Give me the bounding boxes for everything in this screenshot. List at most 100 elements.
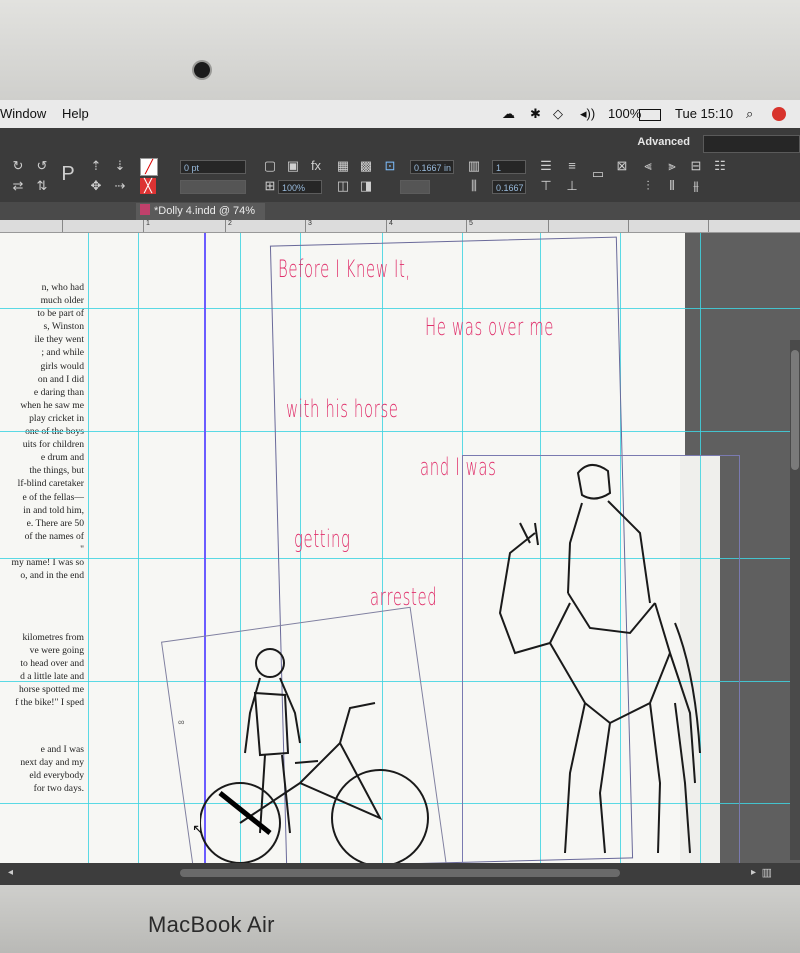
stroke-type-dropdown[interactable] xyxy=(180,180,246,194)
panel-menu-icon[interactable]: ☷ xyxy=(712,158,728,174)
align-center-icon[interactable]: ≡ xyxy=(564,158,580,174)
policeman-horse-illustration[interactable] xyxy=(490,453,720,863)
flip-horizontal-icon[interactable]: ⇄ xyxy=(10,178,26,194)
column-guide[interactable] xyxy=(138,233,139,863)
pasteboard[interactable]: n, who had much older to be part of s, W… xyxy=(0,233,800,885)
align-bottom-icon[interactable]: ⊥ xyxy=(564,178,580,194)
effects-icon[interactable]: fx xyxy=(308,158,324,174)
poem-line-3[interactable]: with his horse xyxy=(286,395,399,423)
scroll-right-icon[interactable]: ▸ xyxy=(751,867,756,878)
text-line: " xyxy=(80,543,84,555)
fill-frame-icon[interactable]: ◨ xyxy=(358,178,374,194)
flip-vertical-icon[interactable]: ⇅ xyxy=(34,178,50,194)
text-line: girls would xyxy=(40,360,84,372)
page-left[interactable]: n, who had much older to be part of s, W… xyxy=(0,233,205,863)
battery-percent: 100% xyxy=(608,106,642,121)
horizontal-ruler[interactable]: 1 2 3 4 5 xyxy=(0,220,800,233)
vertical-justify-icon[interactable]: ⫸ xyxy=(664,158,680,174)
align-h-icon[interactable]: ⫴ xyxy=(664,178,680,194)
wifi-icon[interactable]: ◇ xyxy=(553,106,563,122)
fit-content-icon[interactable]: ▦ xyxy=(335,158,351,174)
volume-icon[interactable]: ◂)) xyxy=(580,106,595,122)
paragraph-icon[interactable]: P xyxy=(58,164,78,184)
align-left-icon[interactable]: ☰ xyxy=(538,158,554,174)
rotate-icon[interactable]: ↻ xyxy=(10,158,26,174)
gutter-field[interactable]: 0.1667 xyxy=(492,180,526,194)
distribute-icon[interactable]: ▭ xyxy=(590,166,606,182)
span-columns-icon[interactable]: ⫷ xyxy=(640,158,656,174)
offset-field[interactable]: 0.1667 in xyxy=(410,160,454,174)
text-wrap-icon[interactable]: ⊡ xyxy=(382,158,398,174)
scale-field[interactable]: 100% xyxy=(278,180,322,194)
ruler-label: 5 xyxy=(469,220,473,227)
ruler-tick xyxy=(708,220,709,232)
boy-bicycle-illustration[interactable] xyxy=(200,633,440,863)
auto-fit-icon[interactable]: ⊠ xyxy=(614,158,630,174)
document-tab[interactable]: *Dolly 4.indd @ 74% xyxy=(136,203,266,220)
select-next-icon[interactable]: ⇢ xyxy=(112,178,128,194)
column-guide[interactable] xyxy=(88,233,89,863)
bezel-top xyxy=(0,0,800,100)
text-line: on and I did xyxy=(37,373,84,385)
workspace-switcher[interactable]: Advanced xyxy=(637,136,690,148)
text-line: in and told him, xyxy=(23,504,84,516)
clock[interactable]: Tue 15:10 xyxy=(675,106,733,121)
columns-icon[interactable]: ▥ xyxy=(466,158,482,174)
gutter-icon[interactable]: ⫼ xyxy=(466,178,482,194)
spotlight-search-icon[interactable]: ⌕ xyxy=(746,106,753,122)
select-container-icon[interactable]: ⇡ xyxy=(88,158,104,174)
bluetooth-icon[interactable]: ✱ xyxy=(530,106,541,122)
horizontal-scrollbar[interactable]: ◂ ▸ ▥ xyxy=(0,863,800,885)
siri-icon[interactable] xyxy=(772,107,786,121)
help-search-input[interactable] xyxy=(703,135,800,153)
device-brand-label: MacBook Air xyxy=(148,912,275,937)
battery-icon[interactable] xyxy=(639,109,661,121)
select-previous-icon[interactable]: ✥ xyxy=(88,178,104,194)
fit-frame-icon[interactable]: ▩ xyxy=(358,158,374,174)
split-view-icon[interactable]: ▥ xyxy=(762,866,772,879)
stroke-weight-field[interactable]: 0 pt xyxy=(180,160,246,174)
poem-line-2[interactable]: He was over me xyxy=(425,313,554,341)
text-line: when he saw me xyxy=(20,399,84,411)
fill-swatch-icon[interactable]: ╱ xyxy=(140,158,158,176)
stroke-swatch-icon[interactable]: ╳ xyxy=(140,178,156,194)
text-line: e and I was xyxy=(40,744,84,755)
text-line: eld everybody xyxy=(29,770,84,782)
text-line: e daring than xyxy=(33,386,84,398)
ruler-tick xyxy=(305,220,306,232)
poem-line-1[interactable]: Before I Knew It, xyxy=(278,255,411,283)
align-distribute-icon[interactable]: ⫶ xyxy=(640,178,656,194)
corner-options-dropdown[interactable] xyxy=(400,180,430,194)
vertical-scroll-thumb[interactable] xyxy=(791,350,799,470)
vertical-scrollbar[interactable] xyxy=(790,340,800,860)
ruler-label: 4 xyxy=(389,220,393,227)
grid-icon[interactable]: ⊞ xyxy=(262,178,278,194)
poem-line-6[interactable]: arrested xyxy=(370,583,437,611)
poem-line-5[interactable]: getting xyxy=(294,525,351,553)
body-text-frame[interactable]: kilometres from ve were going to head ov… xyxy=(0,631,84,710)
align-top-icon[interactable]: ⊤ xyxy=(538,178,554,194)
frame-center-icon[interactable]: ▣ xyxy=(285,158,301,174)
horizontal-scroll-thumb[interactable] xyxy=(180,869,620,877)
creative-cloud-icon[interactable]: ☁ xyxy=(502,106,515,122)
poem-line-4[interactable]: and I was xyxy=(420,453,496,481)
text-frame-options-icon[interactable]: ⊟ xyxy=(688,158,704,174)
text-line: ; and while xyxy=(41,347,84,359)
ruler-tick xyxy=(62,220,63,232)
document-tab-bar: *Dolly 4.indd @ 74% xyxy=(0,202,800,220)
align-v-icon[interactable]: ⫵ xyxy=(688,178,704,194)
webcam xyxy=(194,62,210,78)
select-content-icon[interactable]: ⇣ xyxy=(112,158,128,174)
scroll-left-icon[interactable]: ◂ xyxy=(8,867,13,878)
menu-window[interactable]: Window xyxy=(0,106,46,121)
body-text-frame[interactable]: e and I was next day and my eld everybod… xyxy=(0,743,84,795)
indesign-control-panel: ↻ ↺ ⇄ ⇅ P ⇡ ⇣ ✥ ⇢ ╱ ╳ 0 pt ▢ ▣ fx ⊞ 100%… xyxy=(0,128,800,203)
text-line: for two days. xyxy=(33,783,84,795)
link-icon[interactable]: ∞ xyxy=(178,717,184,727)
rotate-ccw-icon[interactable]: ↺ xyxy=(34,158,50,174)
columns-field[interactable]: 1 xyxy=(492,160,526,174)
frame-fit-icon[interactable]: ▢ xyxy=(262,158,278,174)
ruler-tick xyxy=(225,220,226,232)
center-content-icon[interactable]: ◫ xyxy=(335,178,351,194)
menu-help[interactable]: Help xyxy=(62,106,89,121)
